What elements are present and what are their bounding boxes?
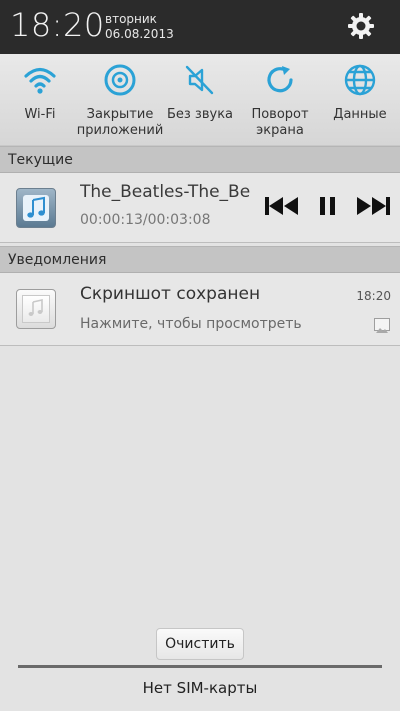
close-apps-icon (104, 64, 136, 96)
toggle-data[interactable]: Данные (320, 54, 400, 146)
music-app-icon (16, 188, 56, 228)
image-icon-glyph (376, 328, 388, 333)
pause-icon (320, 197, 335, 215)
date-block: вторник 06.08.2013 (105, 12, 174, 42)
media-progress-time: 00:00:13/00:03:08 (80, 212, 211, 228)
toggle-mute[interactable]: Без звука (160, 54, 240, 146)
sim-status: Нет SIM-карты (142, 679, 258, 697)
gear-icon (348, 13, 374, 39)
notification-item[interactable]: Скриншот сохранен Нажмите, чтобы просмот… (0, 273, 400, 346)
toggle-label: Данные (333, 107, 387, 122)
mute-icon (185, 65, 214, 95)
status-header: 18:20 вторник 06.08.2013 (0, 0, 400, 54)
previous-button[interactable] (264, 193, 300, 219)
icon-frame (22, 295, 50, 323)
clock: 18:20 (10, 6, 105, 44)
date: 06.08.2013 (105, 27, 174, 41)
media-player-card[interactable]: The_Beatles-The_Be 00:00:13/00:03:08 (0, 173, 400, 243)
previous-icon (265, 197, 298, 215)
music-note-icon (23, 195, 49, 221)
pause-button[interactable] (310, 193, 346, 219)
toggle-label: Без звука (166, 107, 234, 122)
section-current: Текущие (0, 146, 400, 173)
toggle-label: Wi-Fi (24, 107, 56, 122)
image-icon (374, 318, 390, 333)
music-note-icon (28, 299, 43, 316)
media-title: The_Beatles-The_Be (80, 182, 251, 202)
toggle-wifi[interactable]: Wi-Fi (0, 54, 80, 146)
wifi-icon (24, 67, 56, 94)
next-icon (357, 197, 390, 215)
toggle-rotate[interactable]: Поворот экрана (240, 54, 320, 146)
notification-time: 18:20 (356, 289, 391, 303)
notification-subtitle: Нажмите, чтобы просмотреть (80, 316, 302, 332)
section-notifications: Уведомления (0, 246, 400, 273)
toggle-label: Поворот экрана (251, 107, 309, 138)
quick-toggles: Wi-Fi Закрытие приложений Без звука Пово… (0, 54, 400, 146)
toggle-close-apps[interactable]: Закрытие приложений (77, 54, 163, 146)
notification-title: Скриншот сохранен (80, 284, 261, 304)
weekday: вторник (105, 12, 157, 26)
clear-button[interactable]: Очистить (156, 628, 244, 660)
rotate-icon (267, 66, 293, 93)
settings-button[interactable] (346, 11, 376, 41)
toggle-label: Закрытие приложений (76, 107, 164, 138)
next-button[interactable] (356, 193, 392, 219)
notification-app-icon (16, 289, 56, 329)
divider (18, 665, 382, 668)
globe-icon (344, 64, 376, 96)
